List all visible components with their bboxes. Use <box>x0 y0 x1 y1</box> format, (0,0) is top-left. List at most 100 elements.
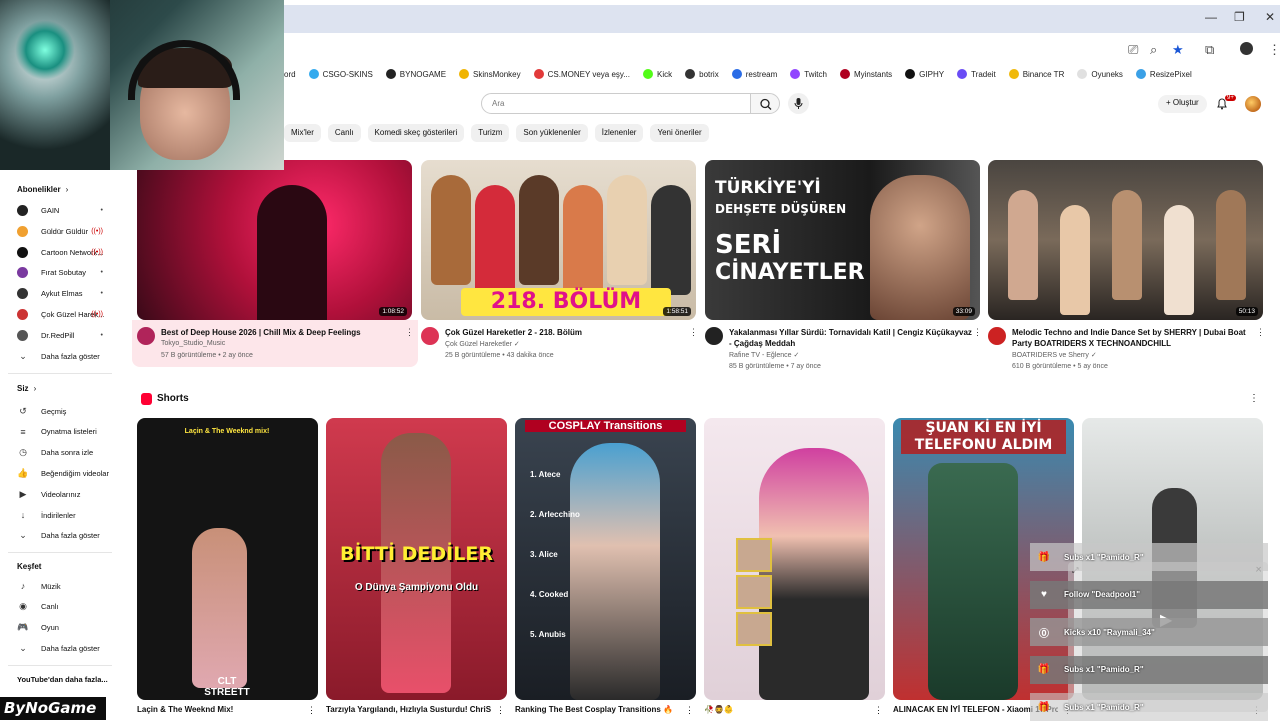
short-title[interactable]: Laçin & The Weeknd Mix! <box>137 705 302 714</box>
video-thumbnail[interactable]: 1:08:52 <box>137 160 412 320</box>
search-input[interactable]: Ara <box>481 93 751 114</box>
short-menu-icon[interactable]: ⋮ <box>496 705 505 716</box>
sidebar-item[interactable]: ◉ Canlı <box>17 601 117 613</box>
search-button[interactable] <box>750 93 780 114</box>
sidebar-item[interactable]: ↓ İndirilenler <box>17 509 117 521</box>
divider <box>8 665 112 666</box>
shorts-heading: Shorts <box>157 393 189 404</box>
short-title[interactable]: 🥀🧔‍♂️👶 <box>704 705 869 714</box>
sidebar-subscription[interactable]: Cartoon Network... ((•)) <box>17 246 117 258</box>
short-thumbnail[interactable]: Laçin & The Weeknd mix! CLT STREETT <box>137 418 318 700</box>
video-title[interactable]: Çok Güzel Hareketler 2 - 218. Bölüm <box>445 327 690 338</box>
short-thumbnail[interactable]: BİTTİ DEDİLER O Dünya Şampiyonu Oldu <box>326 418 507 700</box>
bookmark-icon <box>731 69 742 79</box>
live-indicator: • <box>100 207 103 214</box>
video-thumbnail[interactable]: 218. BÖLÜM 1:58:51 <box>421 160 696 320</box>
show-more-button[interactable]: ⌄ Daha fazla göster <box>17 642 117 654</box>
channel-avatar[interactable] <box>705 327 723 345</box>
kebab-menu-icon[interactable]: ⋮ <box>1268 42 1280 58</box>
sidebar-item[interactable]: ♪ Müzik <box>17 580 117 592</box>
video-title[interactable]: Best of Deep House 2026 | Chill Mix & De… <box>161 327 361 338</box>
restore-icon[interactable]: ❐ <box>1234 10 1245 24</box>
bookmark-item[interactable]: Kick <box>643 64 672 84</box>
bookmark-item[interactable]: ord <box>284 64 296 84</box>
sidebar-item[interactable]: ↺ Geçmiş <box>17 405 117 417</box>
video-title[interactable]: Yakalanması Yıllar Sürdü: Tornavidalı Ka… <box>729 327 974 349</box>
subscriptions-heading[interactable]: Abonelikler › <box>17 185 68 194</box>
show-more-button[interactable]: ⌄ Daha fazla göster <box>17 529 117 541</box>
video-menu-icon[interactable]: ⋮ <box>689 327 698 338</box>
chip[interactable]: Mix'ler <box>284 124 321 142</box>
sidebar-subscription[interactable]: Fırat Sobutay • <box>17 267 117 279</box>
extensions-icon[interactable]: ⧉ <box>1205 42 1214 58</box>
sidebar-item[interactable]: ◷ Daha sonra izle <box>17 447 117 459</box>
sidebar-item[interactable]: 🎮 Oyun <box>17 622 117 634</box>
channel-name[interactable]: Rafine TV - Eğlence ✓ <box>729 351 799 359</box>
bookmark-item[interactable]: Tradeit <box>957 64 996 84</box>
channel-name[interactable]: BOATRIDERS ve Sherry ✓ <box>1012 351 1097 359</box>
section-label: Abonelikler <box>17 185 61 194</box>
short-title[interactable]: Ranking The Best Cosplay Transitions 🔥 <box>515 705 680 714</box>
you-heading[interactable]: Siz › <box>17 384 36 393</box>
zoom-icon[interactable]: ⌕ <box>1150 42 1157 58</box>
sidebar-item[interactable]: ≡ Oynatma listeleri <box>17 426 117 438</box>
show-more-button[interactable]: ⌄ Daha fazla göster <box>17 350 117 362</box>
notification-badge: 9+ <box>1225 95 1236 101</box>
sidebar-item[interactable]: 👍 Beğendiğim videolar <box>17 467 117 479</box>
sidebar-item[interactable]: ▶ Videolarınız <box>17 488 117 500</box>
bookmark-item[interactable]: ResizePixel <box>1135 64 1192 84</box>
chip[interactable]: İzlenenler <box>594 124 644 142</box>
video-thumbnail[interactable]: TÜRKİYE'Yİ DEHŞETE DÜŞÜREN SERİ CİNAYETLER 3… <box>705 160 980 320</box>
sidebar-subscription[interactable]: GAIN • <box>17 205 117 216</box>
bookmark-icon <box>643 69 654 79</box>
bookmark-item[interactable]: botrix <box>685 64 719 84</box>
bookmark-item[interactable]: GIPHY <box>905 64 944 84</box>
chevron-down-icon: ⌄ <box>19 350 27 361</box>
bookmark-item[interactable]: restream <box>731 64 777 84</box>
star-icon[interactable]: ★ <box>1172 42 1184 58</box>
channel-avatar[interactable] <box>421 327 439 345</box>
bookmark-item[interactable]: Oyuneks <box>1077 64 1123 84</box>
bookmark-item[interactable]: Binance TR <box>1008 64 1064 84</box>
bookmark-item[interactable]: BYNOGAME <box>385 64 446 84</box>
video-menu-icon[interactable]: ⋮ <box>1256 327 1265 338</box>
minimize-icon[interactable]: — <box>1205 10 1217 24</box>
short-menu-icon[interactable]: ⋮ <box>685 705 694 716</box>
short-overlay-text: ŞUAN Kİ EN İYİ TELEFONU ALDIM <box>901 420 1066 454</box>
short-title[interactable]: Tarzıyla Yargılandı, Hızlıyla Susturdu! … <box>326 705 491 714</box>
bookmark-icon <box>1077 69 1088 79</box>
shorts-menu-icon[interactable]: ⋮ <box>1249 393 1259 404</box>
chip[interactable]: Yeni öneriler <box>650 124 709 142</box>
short-menu-icon[interactable]: ⋮ <box>307 705 316 716</box>
chip[interactable]: Komedi skeç gösterileri <box>367 124 465 142</box>
profile-icon[interactable] <box>1240 42 1253 55</box>
voice-search-button[interactable] <box>788 93 809 114</box>
video-thumbnail[interactable]: 50:13 <box>988 160 1263 320</box>
chip[interactable]: Son yüklenenler <box>516 124 588 142</box>
channel-avatar[interactable] <box>137 327 155 345</box>
channel-name[interactable]: Çok Güzel Hareketler ✓ <box>445 340 520 348</box>
video-menu-icon[interactable]: ⋮ <box>405 327 414 338</box>
close-icon[interactable]: ✕ <box>1265 10 1275 24</box>
bookmark-item[interactable]: CS.MONEY veya eşy... <box>533 64 630 84</box>
cast-icon[interactable]: ⎚ <box>1128 42 1138 58</box>
chip[interactable]: Canlı <box>327 124 361 142</box>
sidebar-subscription[interactable]: Aykut Elmas • <box>17 288 117 300</box>
channel-name[interactable]: Tokyo_Studio_Music <box>161 340 225 347</box>
sidebar-subscription[interactable]: Güldür Güldür ((•)) <box>17 225 117 237</box>
sidebar-subscription[interactable]: Dr.RedPill • <box>17 329 117 341</box>
short-thumbnail[interactable]: COSPLAY Transitions 1. Atece 2. Arlecchino… <box>515 418 696 700</box>
channel-avatar[interactable] <box>988 327 1006 345</box>
bookmark-item[interactable]: SkinsMonkey <box>459 64 521 84</box>
short-thumbnail[interactable] <box>704 418 885 700</box>
bookmark-item[interactable]: CSGO-SKINS <box>308 64 373 84</box>
short-menu-icon[interactable]: ⋮ <box>874 705 883 716</box>
video-title[interactable]: Melodic Techno and Indie Dance Set by SH… <box>1012 327 1257 349</box>
chip[interactable]: Turizm <box>471 124 510 142</box>
sidebar-subscription[interactable]: Çok Güzel Harek... ((•)) <box>17 309 117 320</box>
bookmark-item[interactable]: Twitch <box>790 64 827 84</box>
avatar[interactable] <box>1245 96 1261 112</box>
video-menu-icon[interactable]: ⋮ <box>973 327 982 338</box>
bookmark-item[interactable]: Myinstants <box>839 64 892 84</box>
create-button[interactable]: + Oluştur <box>1158 95 1207 113</box>
